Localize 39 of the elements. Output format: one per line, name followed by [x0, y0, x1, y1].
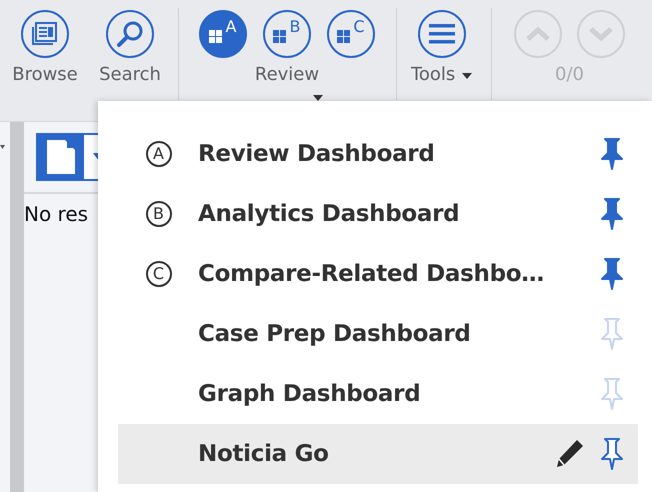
dashboard-menu-item[interactable]: Noticia Go	[118, 424, 638, 484]
grid-icon	[337, 30, 350, 43]
dashboard-menu-item[interactable]: A Review Dashboard	[118, 124, 638, 184]
dashboard-name: Case Prep Dashboard	[198, 321, 472, 347]
menu-icon	[429, 24, 455, 44]
dashboard-menu-item[interactable]: Graph Dashboard	[118, 364, 638, 424]
letter-badge: C	[146, 261, 172, 287]
grid-icon	[273, 30, 286, 43]
dashboard-name: Analytics Dashboard	[198, 201, 460, 227]
letter-badge: A	[146, 141, 172, 167]
dashboard-button[interactable]: B	[263, 10, 311, 58]
document-icon	[47, 140, 75, 174]
dashboard-button[interactable]: A	[199, 10, 247, 58]
search-button[interactable]: Search	[94, 0, 166, 85]
dashboard-name: Graph Dashboard	[198, 381, 422, 407]
caret-icon	[461, 72, 474, 80]
pin-icon[interactable]	[600, 258, 622, 290]
dashboard-menu-item[interactable]: B Analytics Dashboard	[118, 184, 638, 244]
dashboard-name: Compare-Related Dashbo…	[198, 261, 545, 287]
chevron-up-icon	[525, 26, 551, 42]
dashboard-button[interactable]: C	[327, 10, 375, 58]
dashboard-name: Review Dashboard	[198, 141, 436, 167]
dashboard-name: Noticia Go	[198, 441, 330, 467]
search-icon	[116, 20, 144, 48]
newspaper-icon	[32, 22, 58, 46]
pin-icon[interactable]	[600, 138, 622, 170]
result-counter: 0/0	[555, 64, 584, 86]
pin-icon[interactable]	[600, 438, 622, 470]
dashboard-menu-item[interactable]: C Compare-Related Dashbo…	[118, 244, 638, 304]
tools-button[interactable]: Tools	[406, 0, 478, 85]
pin-icon[interactable]	[600, 198, 622, 230]
dashboard-menu-button[interactable]: Review	[232, 64, 342, 108]
chevron-down-icon	[588, 26, 614, 42]
empty-message: No res	[24, 202, 88, 226]
letter-badge: B	[146, 201, 172, 227]
dashboard-menu-item[interactable]: Case Prep Dashboard	[118, 304, 638, 364]
browse-button[interactable]: Browse	[9, 0, 81, 85]
grid-icon	[209, 30, 222, 43]
caret-icon	[0, 144, 6, 150]
